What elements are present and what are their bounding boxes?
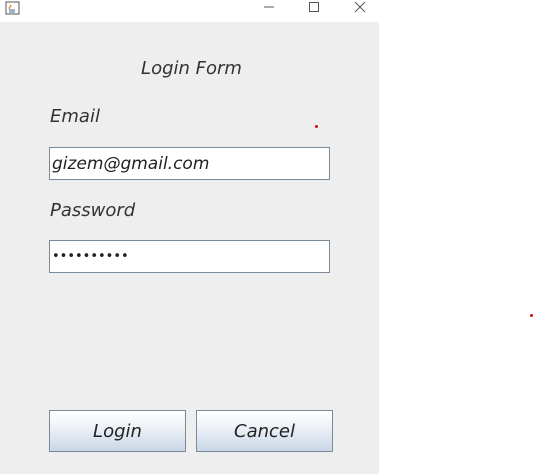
email-field[interactable] <box>49 147 330 180</box>
close-icon <box>354 1 366 13</box>
java-app-icon <box>5 0 21 15</box>
login-window: Login Form Email Password •••••••••• Log… <box>0 0 379 474</box>
login-button[interactable]: Login <box>49 410 186 452</box>
cancel-button[interactable]: Cancel <box>196 410 333 452</box>
password-label: Password <box>50 200 136 221</box>
minimize-icon <box>264 6 274 8</box>
email-label: Email <box>50 106 100 127</box>
form-title: Login Form <box>141 58 242 79</box>
minimize-button[interactable] <box>249 0 289 14</box>
marker-dot <box>530 314 533 317</box>
password-mask: •••••••••• <box>52 249 129 264</box>
close-button[interactable] <box>340 0 380 14</box>
title-bar[interactable] <box>0 0 379 22</box>
marker-dot <box>315 125 318 128</box>
maximize-button[interactable] <box>294 0 334 14</box>
maximize-icon <box>309 2 319 12</box>
